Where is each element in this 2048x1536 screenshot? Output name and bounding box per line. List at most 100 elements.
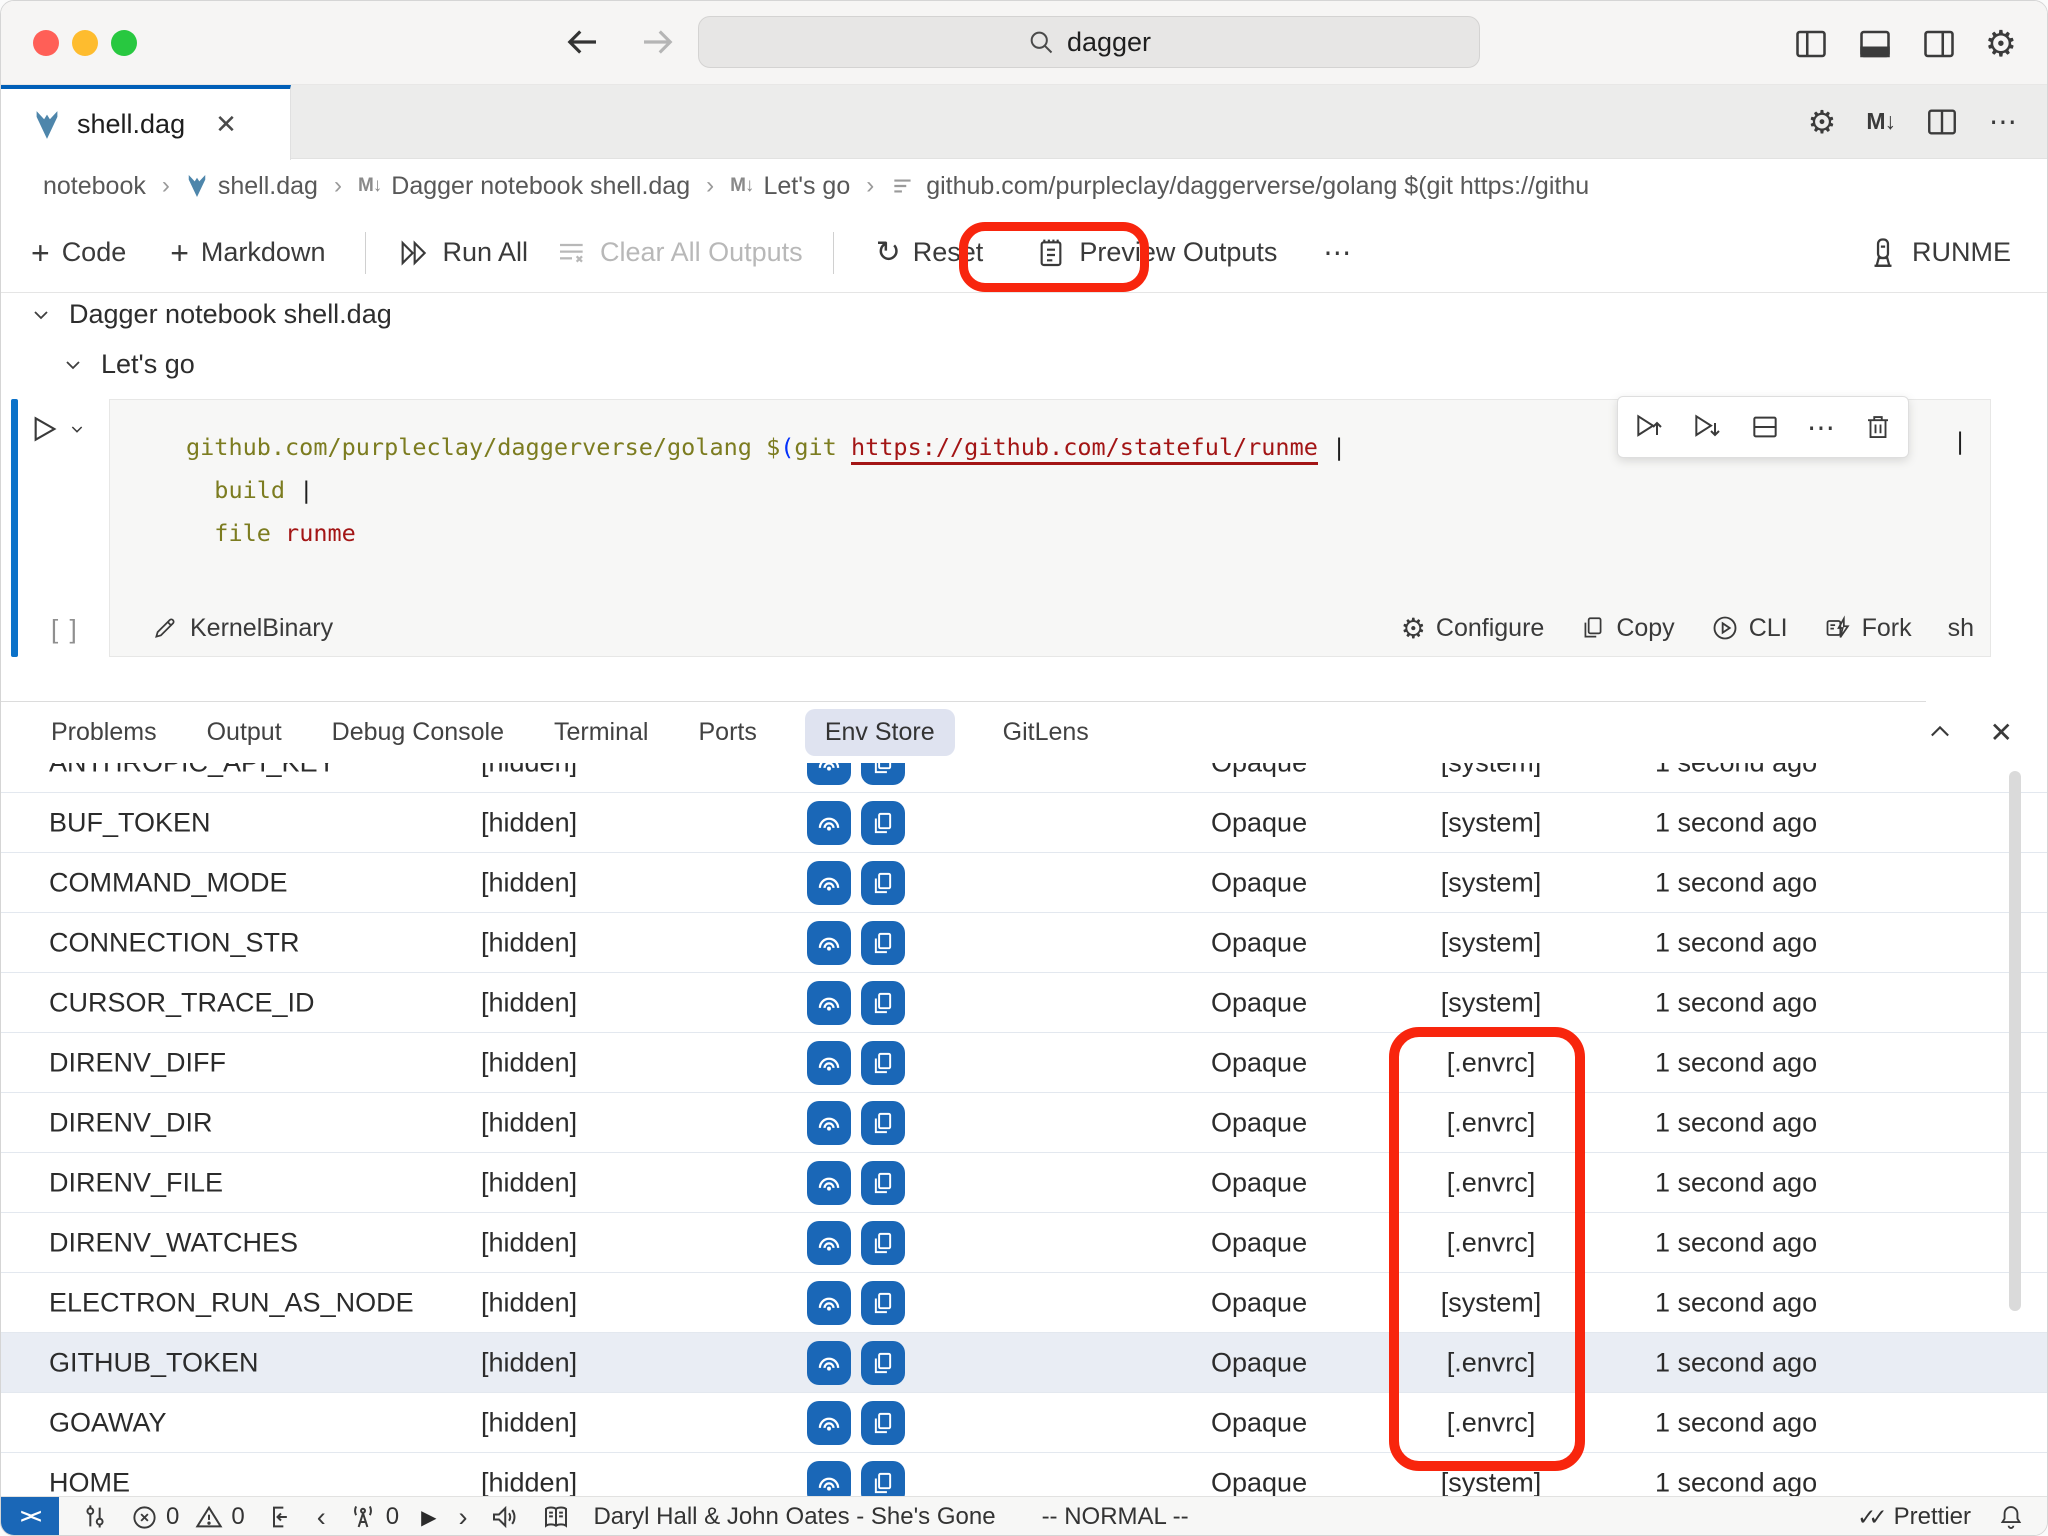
execute-below-icon[interactable] <box>1691 411 1723 443</box>
execute-above-icon[interactable] <box>1633 411 1665 443</box>
reveal-value-button[interactable] <box>807 1401 851 1445</box>
toggle-secondary-sidebar-icon[interactable] <box>1921 26 1957 62</box>
copy-value-button[interactable] <box>861 763 905 785</box>
warnings-status[interactable]: 0 <box>195 1503 244 1531</box>
breadcrumb-item[interactable]: github.com/purpleclay/daggerverse/golang… <box>890 172 1589 201</box>
split-editor-icon[interactable] <box>1925 105 1959 139</box>
reveal-value-button[interactable] <box>807 981 851 1025</box>
broadcast-status[interactable]: 0 <box>348 1502 399 1532</box>
panel-scrollbar[interactable] <box>2009 771 2021 1311</box>
previous-chevron-icon[interactable]: ‹ <box>317 1502 326 1533</box>
panel-tab-debug-console[interactable]: Debug Console <box>330 709 506 756</box>
env-row-connection_str[interactable]: CONNECTION_STR[hidden]Opaque[system]1 se… <box>1 912 2047 972</box>
errors-status[interactable]: 0 <box>131 1503 179 1531</box>
env-row-buf_token[interactable]: BUF_TOKEN[hidden]Opaque[system]1 second … <box>1 792 2047 852</box>
minimize-window-button[interactable] <box>72 30 98 56</box>
maximize-panel-icon[interactable] <box>1926 718 1954 746</box>
env-row-home[interactable]: HOME[hidden]Opaque[system]1 second ago <box>1 1452 2047 1496</box>
breadcrumb-item[interactable]: M↓Dagger notebook shell.dag <box>358 172 690 201</box>
reveal-value-button[interactable] <box>807 1161 851 1205</box>
notifications-bell-icon[interactable] <box>1997 1503 2025 1531</box>
env-row-github_token[interactable]: GITHUB_TOKEN[hidden]Opaque[.envrc]1 seco… <box>1 1332 2047 1392</box>
code-link[interactable]: https://github.com/stateful/runme <box>851 433 1318 465</box>
toggle-panel-icon[interactable] <box>1857 26 1893 62</box>
reveal-value-button[interactable] <box>807 1281 851 1325</box>
editor-settings-gear-icon[interactable]: ⚙ <box>1808 103 1837 141</box>
runme-button[interactable]: RUNME <box>1866 236 2011 270</box>
cell-more-actions-icon[interactable]: ⋯ <box>1807 411 1837 444</box>
env-row-direnv_diff[interactable]: DIRENV_DIFF[hidden]Opaque[.envrc]1 secon… <box>1 1032 2047 1092</box>
breadcrumb-item[interactable]: M↓Let's go <box>730 172 850 201</box>
copy-value-button[interactable] <box>861 1101 905 1145</box>
cell-language-label[interactable]: sh <box>1948 614 1974 643</box>
play-status-icon[interactable]: ▶ <box>421 1505 436 1530</box>
copy-value-button[interactable] <box>861 981 905 1025</box>
speaker-icon[interactable] <box>489 1502 519 1532</box>
editor-more-actions-icon[interactable]: ⋯ <box>1989 105 2019 138</box>
reveal-value-button[interactable] <box>807 861 851 905</box>
copy-value-button[interactable] <box>861 1161 905 1205</box>
remote-indicator[interactable]: >< <box>1 1497 59 1536</box>
tab-close-icon[interactable]: ✕ <box>215 109 237 140</box>
split-cell-icon[interactable] <box>1749 411 1781 443</box>
fork-button[interactable]: Fork <box>1824 614 1912 643</box>
section-title-row[interactable]: Let's go <box>61 349 195 380</box>
env-row-direnv_file[interactable]: DIRENV_FILE[hidden]Opaque[.envrc]1 secon… <box>1 1152 2047 1212</box>
copy-cell-button[interactable]: Copy <box>1580 614 1674 643</box>
reveal-value-button[interactable] <box>807 1221 851 1265</box>
panel-tab-gitlens[interactable]: GitLens <box>1001 709 1091 756</box>
panel-tab-ports[interactable]: Ports <box>696 709 758 756</box>
reveal-value-button[interactable] <box>807 801 851 845</box>
panel-tab-terminal[interactable]: Terminal <box>552 709 650 756</box>
env-row-direnv_watches[interactable]: DIRENV_WATCHES[hidden]Opaque[.envrc]1 se… <box>1 1212 2047 1272</box>
notebook-title-row[interactable]: Dagger notebook shell.dag <box>29 299 392 330</box>
forward-button[interactable] <box>637 21 679 63</box>
kernel-picker[interactable]: KernelBinary <box>152 614 333 643</box>
panel-tab-output[interactable]: Output <box>205 709 284 756</box>
reveal-value-button[interactable] <box>807 1341 851 1385</box>
clear-all-outputs-button[interactable]: Clear All Outputs <box>556 237 803 269</box>
env-row-anthropic_api_key[interactable]: ANTHROPIC_API_KEY[hidden]Opaque[system]1… <box>1 763 2047 792</box>
tab-shell-dag[interactable]: shell.dag ✕ <box>1 85 291 160</box>
copy-value-button[interactable] <box>861 1281 905 1325</box>
vim-mode-indicator[interactable]: -- NORMAL -- <box>1042 1503 1189 1531</box>
reset-button[interactable]: ↻ Reset <box>876 237 984 268</box>
copy-value-button[interactable] <box>861 801 905 845</box>
reveal-value-button[interactable] <box>807 763 851 785</box>
configure-button[interactable]: ⚙ Configure <box>1401 612 1545 645</box>
search-input[interactable]: dagger <box>698 16 1480 68</box>
copy-value-button[interactable] <box>861 1341 905 1385</box>
breadcrumb-item[interactable]: notebook <box>43 172 146 201</box>
copy-value-button[interactable] <box>861 1461 905 1497</box>
exit-session-icon[interactable] <box>267 1503 295 1531</box>
copy-value-button[interactable] <box>861 1401 905 1445</box>
toolbar-more-actions-icon[interactable]: ⋯ <box>1323 236 1353 269</box>
add-code-cell-button[interactable]: + Code <box>31 237 126 269</box>
panel-tab-problems[interactable]: Problems <box>49 709 159 756</box>
panel-tab-env-store[interactable]: Env Store <box>805 709 955 756</box>
env-row-goaway[interactable]: GOAWAY[hidden]Opaque[.envrc]1 second ago <box>1 1392 2047 1452</box>
reveal-value-button[interactable] <box>807 1101 851 1145</box>
close-panel-icon[interactable]: ✕ <box>1990 716 2013 749</box>
reveal-value-button[interactable] <box>807 1461 851 1497</box>
env-row-command_mode[interactable]: COMMAND_MODE[hidden]Opaque[system]1 seco… <box>1 852 2047 912</box>
book-icon[interactable] <box>541 1502 571 1532</box>
env-row-cursor_trace_id[interactable]: CURSOR_TRACE_ID[hidden]Opaque[system]1 s… <box>1 972 2047 1032</box>
breadcrumb-item[interactable]: shell.dag <box>186 172 318 201</box>
close-window-button[interactable] <box>33 30 59 56</box>
settings-gear-icon[interactable]: ⚙ <box>1985 23 2017 65</box>
env-row-electron_run_as_node[interactable]: ELECTRON_RUN_AS_NODE[hidden]Opaque[syste… <box>1 1272 2047 1332</box>
copy-value-button[interactable] <box>861 861 905 905</box>
copy-value-button[interactable] <box>861 1041 905 1085</box>
run-all-button[interactable]: Run All <box>398 237 528 269</box>
reveal-value-button[interactable] <box>807 921 851 965</box>
env-row-direnv_dir[interactable]: DIRENV_DIR[hidden]Opaque[.envrc]1 second… <box>1 1092 2047 1152</box>
run-cell-button[interactable] <box>29 413 85 445</box>
back-button[interactable] <box>561 21 603 63</box>
copy-value-button[interactable] <box>861 921 905 965</box>
tune-icon[interactable] <box>81 1503 109 1531</box>
delete-cell-icon[interactable] <box>1863 412 1893 442</box>
prettier-status[interactable]: ✓✓ Prettier <box>1857 1503 1971 1531</box>
toggle-primary-sidebar-icon[interactable] <box>1793 26 1829 62</box>
copy-value-button[interactable] <box>861 1221 905 1265</box>
